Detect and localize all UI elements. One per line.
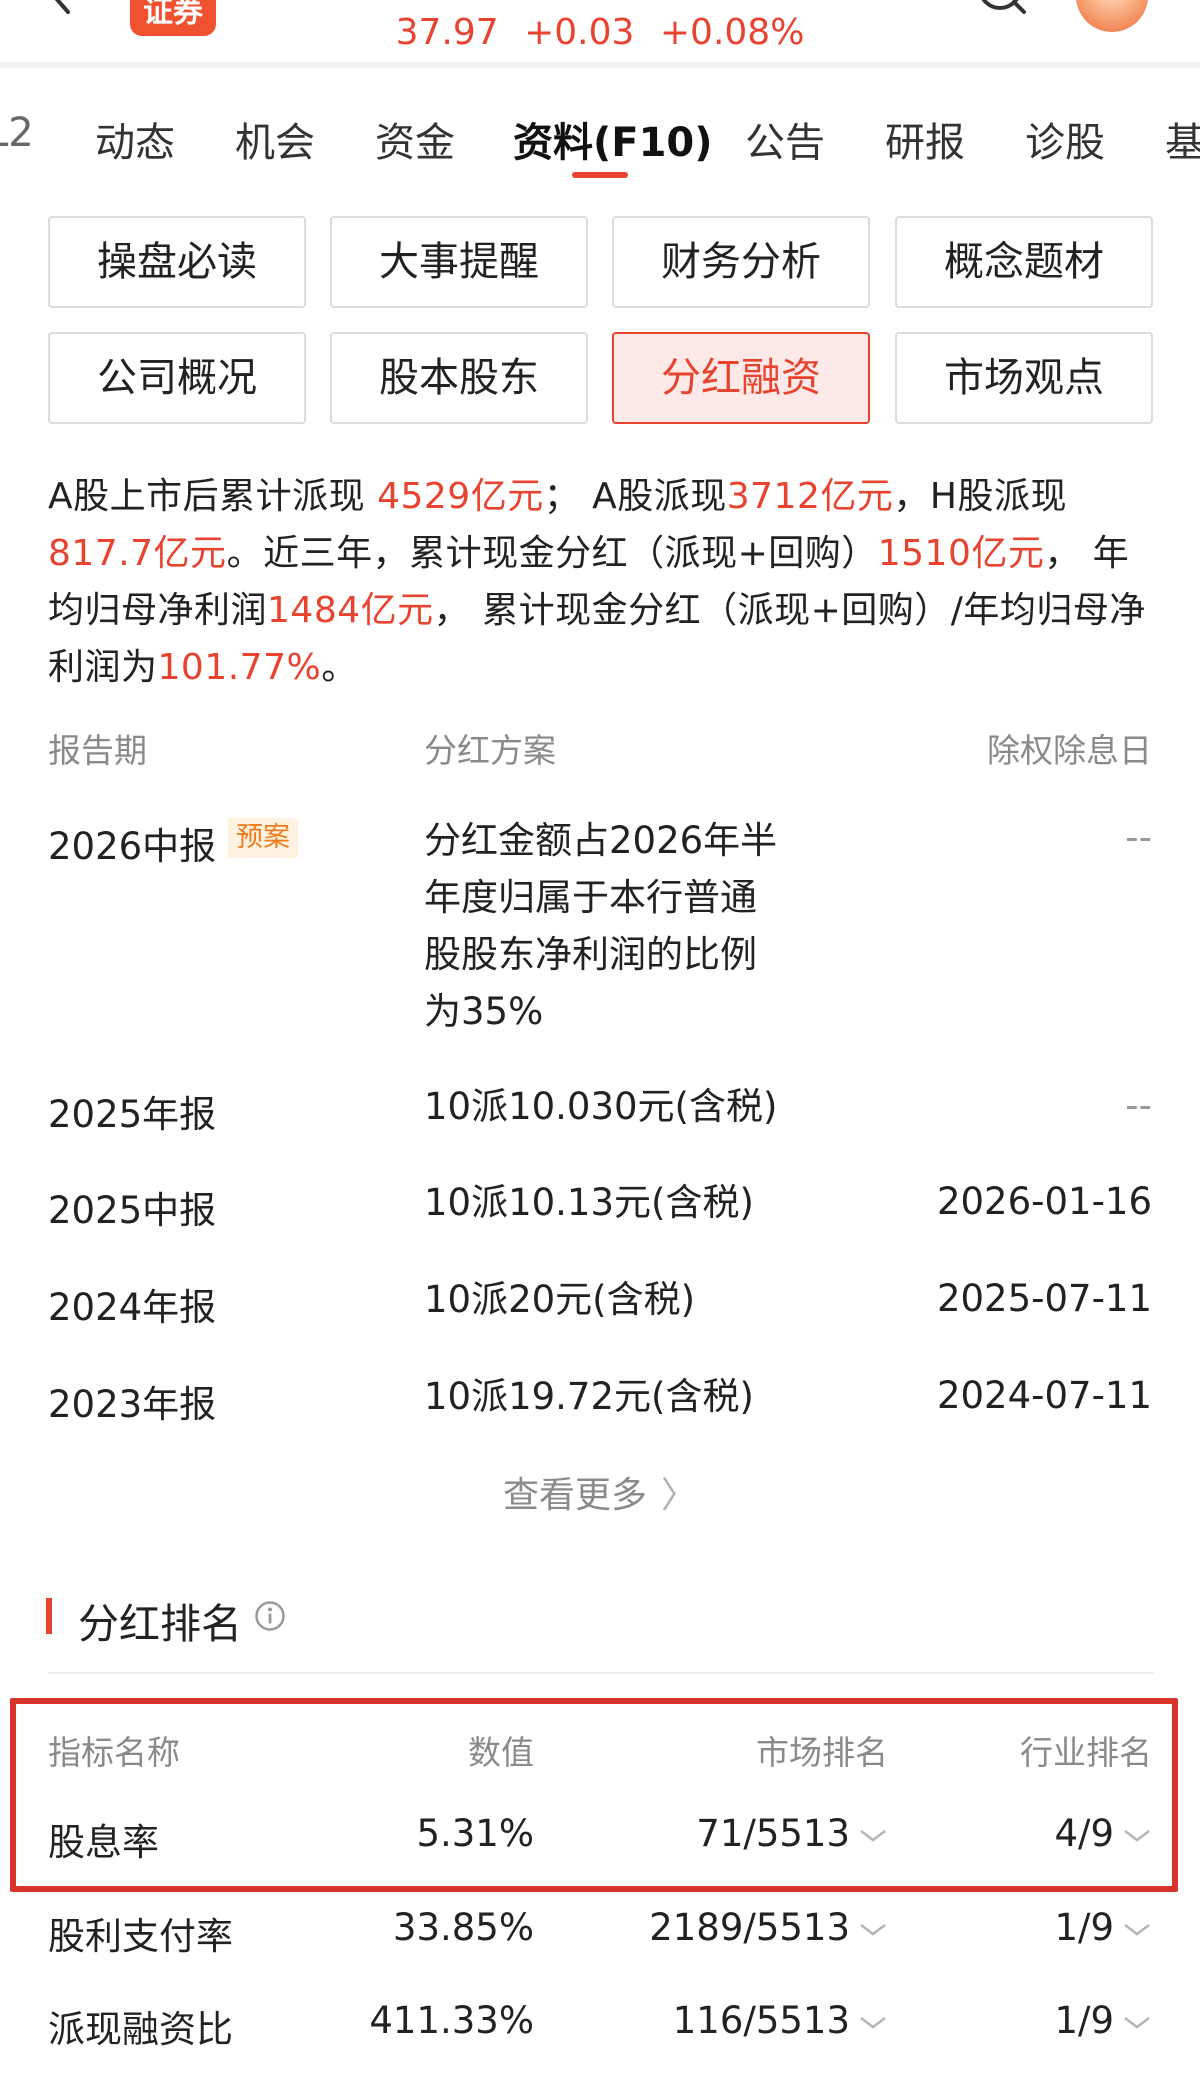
- plan-line: 分红金额占2026年半: [424, 819, 778, 862]
- top-header: 证券 37.97 +0.03 +0.08%: [0, 0, 1200, 64]
- chevron-right-icon: 〉: [661, 1475, 698, 1516]
- plan-line: 股股东净利润的比例: [424, 933, 757, 976]
- rank-row-value: 33.85%: [392, 1906, 534, 1949]
- summary-text: ； A股派现: [543, 476, 727, 517]
- chevron-down-icon: [860, 2016, 886, 2029]
- summary-value: 1484亿元: [267, 590, 434, 631]
- subnav-shareholders[interactable]: 股本股东: [330, 332, 588, 424]
- dividend-col-period: 报告期: [48, 731, 147, 770]
- dividend-row-plan: 10派19.72元(含税): [424, 1375, 754, 1418]
- summary-value: 817.7亿元: [48, 533, 227, 574]
- rank-row-name: 股利支付率: [48, 1915, 233, 1958]
- summary-text: ，H股派现: [893, 476, 1067, 517]
- tab-fund-cut[interactable]: 基: [1165, 110, 1200, 168]
- info-icon[interactable]: [254, 1600, 286, 1632]
- plan-line: 年度归属于本行普通: [424, 876, 757, 919]
- rank-row-name: 派现融资比: [48, 2008, 233, 2051]
- rank-row-industry: 1/9: [1054, 1906, 1114, 1949]
- dividend-row-period: 2023年报: [48, 1383, 217, 1426]
- header-divider: [0, 62, 1200, 68]
- rank-row-value: 5.31%: [416, 1812, 534, 1855]
- view-more-label: 查看更多: [502, 1475, 647, 1516]
- rank-row-industry: 1/9: [1054, 1999, 1114, 2042]
- plan-line: 为35%: [424, 990, 544, 1033]
- market-rank-dropdown[interactable]: 116/5513: [673, 1999, 888, 2042]
- subnav-trading-essentials[interactable]: 操盘必读: [48, 216, 306, 308]
- summary-value: 1510亿元: [877, 533, 1045, 574]
- industry-rank-dropdown[interactable]: 1/9: [1054, 1906, 1152, 1949]
- tab-research[interactable]: 研报: [885, 110, 965, 168]
- dividend-row-period: 2024年报: [48, 1286, 217, 1329]
- rank-row-name: 股息率: [48, 1821, 159, 1864]
- active-tab-indicator: [572, 172, 628, 178]
- chevron-down-icon: [1124, 1923, 1150, 1936]
- main-tab-bar: L2 动态 机会 资金 资料(F10) 公告 研报 诊股 基: [0, 72, 1200, 182]
- annotation-highlight-box: [10, 1698, 1178, 1892]
- summary-text: 。: [321, 647, 358, 688]
- summary-text: 。近三年，累计现金分红（派现+回购）: [226, 533, 878, 574]
- chevron-down-icon: [860, 1923, 886, 1936]
- section-accent-bar: [46, 1598, 52, 1634]
- summary-value: 101.77%: [157, 647, 322, 688]
- tab-announcements[interactable]: 公告: [745, 110, 825, 168]
- subnav-concepts[interactable]: 概念题材: [895, 216, 1153, 308]
- plan-status-badge: 预案: [228, 818, 298, 858]
- industry-rank-dropdown[interactable]: 4/9: [1054, 1812, 1152, 1855]
- tab-opportunity[interactable]: 机会: [235, 110, 315, 168]
- summary-value: 4529亿元: [377, 476, 544, 517]
- view-more-link[interactable]: 查看更多〉: [0, 1466, 1200, 1518]
- rank-row-market: 2189/5513: [649, 1906, 850, 1949]
- dividend-row-period: 2025中报: [48, 1189, 217, 1232]
- tab-f10-profile[interactable]: 资料(F10): [513, 110, 713, 168]
- dividend-row-exdate: 2026-01-16: [936, 1180, 1152, 1223]
- dividend-summary-text: A股上市后累计派现 4529亿元； A股派现3712亿元，H股派现 817.7亿元…: [48, 468, 1156, 696]
- subnav-company-overview[interactable]: 公司概况: [48, 332, 306, 424]
- rank-row-value: 411.33%: [369, 1999, 534, 2042]
- rank-row-industry: 4/9: [1054, 1812, 1114, 1855]
- summary-text: A股上市后累计派现: [48, 476, 378, 517]
- rank-col-industry: 行业排名: [1020, 1733, 1152, 1772]
- dividend-row-exdate: --: [1125, 1084, 1152, 1127]
- dividend-row-exdate: --: [1125, 816, 1152, 859]
- dividend-row-period: 2025年报: [48, 1093, 217, 1136]
- market-rank-dropdown[interactable]: 2189/5513: [649, 1906, 888, 1949]
- summary-value: 3712亿元: [726, 476, 894, 517]
- quote-change-pct: +0.08%: [659, 12, 805, 53]
- search-icon[interactable]: [972, 0, 1032, 24]
- dividend-row-plan: 10派20元(含税): [424, 1278, 696, 1321]
- subnav-market-views[interactable]: 市场观点: [895, 332, 1153, 424]
- market-rank-dropdown[interactable]: 71/5513: [696, 1812, 888, 1855]
- rank-col-value: 数值: [468, 1733, 534, 1772]
- dividend-row-plan: 10派10.030元(含税): [424, 1085, 778, 1128]
- dividend-row-exdate: 2025-07-11: [936, 1277, 1152, 1320]
- tab-news[interactable]: 动态: [95, 110, 175, 168]
- subnav-events[interactable]: 大事提醒: [330, 216, 588, 308]
- quote-change: +0.03: [524, 12, 635, 53]
- tab-diagnosis[interactable]: 诊股: [1025, 110, 1105, 168]
- rank-row-market: 116/5513: [672, 1999, 850, 2042]
- rank-row-market: 71/5513: [696, 1812, 850, 1855]
- tab-l2[interactable]: L2: [0, 110, 34, 156]
- dividend-row-plan: 分红金额占2026年半 年度归属于本行普通 股股东净利润的比例 为35%: [424, 812, 777, 1040]
- subnav-dividend-financing[interactable]: 分红融资: [612, 332, 870, 424]
- dividend-row-plan: 10派10.13元(含税): [424, 1181, 754, 1224]
- chevron-down-icon: [860, 1829, 886, 1842]
- rank-col-market: 市场排名: [756, 1733, 888, 1772]
- stock-f10-dividend-page: 证券 37.97 +0.03 +0.08% L2 动态 机会 资金 资料(F10…: [0, 0, 1200, 2090]
- rank-col-name: 指标名称: [48, 1733, 180, 1772]
- chevron-down-icon: [1124, 2016, 1150, 2029]
- tab-funds[interactable]: 资金: [375, 110, 455, 168]
- subnav-financial-analysis[interactable]: 财务分析: [612, 216, 870, 308]
- industry-rank-dropdown[interactable]: 1/9: [1054, 1999, 1152, 2042]
- dividend-col-exdate: 除权除息日: [987, 731, 1152, 770]
- quote-price: 37.97: [395, 12, 499, 53]
- ranking-section-title: 分红排名: [78, 1600, 242, 1648]
- dividend-row-exdate: 2024-07-11: [936, 1374, 1152, 1417]
- section-divider: [48, 1672, 1154, 1674]
- dividend-row-period: 2026中报: [48, 825, 217, 868]
- chevron-down-icon: [1124, 1829, 1150, 1842]
- dividend-col-plan: 分红方案: [424, 731, 556, 770]
